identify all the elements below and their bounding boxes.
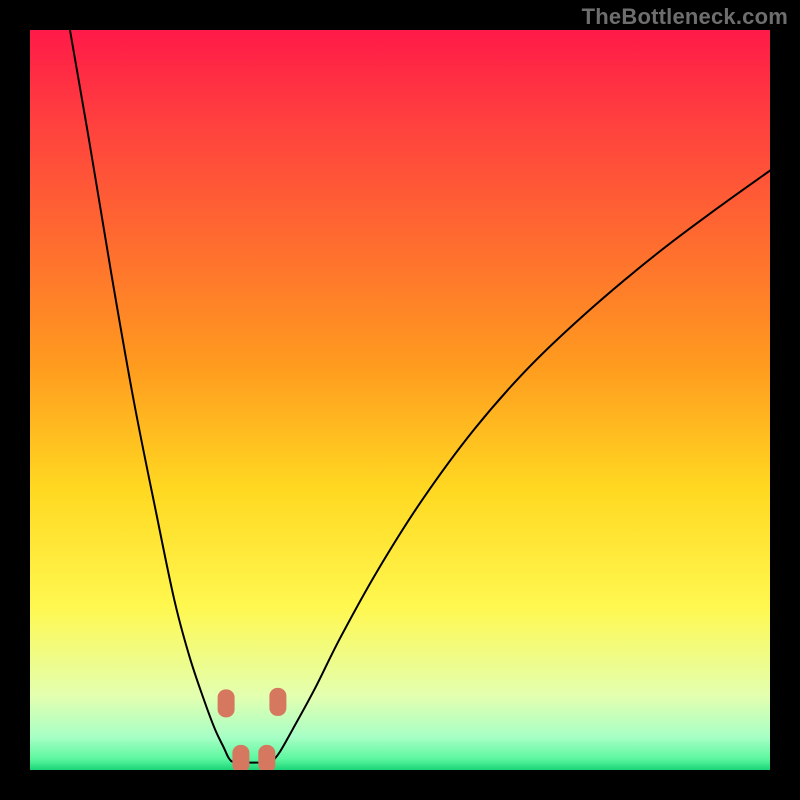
knot-marker xyxy=(232,745,249,770)
watermark-text: TheBottleneck.com xyxy=(582,4,788,30)
knot-marker xyxy=(218,689,235,717)
plot-svg xyxy=(30,30,770,770)
gradient-bg xyxy=(30,30,770,770)
plot-area xyxy=(30,30,770,770)
knot-marker xyxy=(269,688,286,716)
knot-marker xyxy=(258,745,275,770)
chart-root: TheBottleneck.com xyxy=(0,0,800,800)
